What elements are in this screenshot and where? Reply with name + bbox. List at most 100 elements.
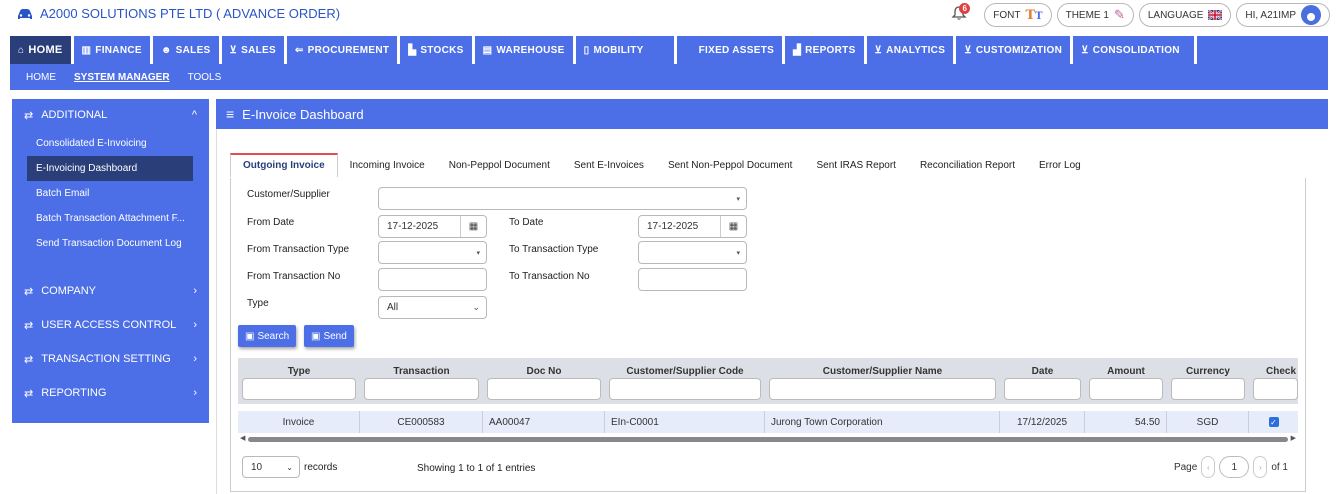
checkbox-checked-icon[interactable]: ✓ (1268, 417, 1279, 427)
nav-mobility[interactable]: ▯ MOBILITY (576, 36, 677, 64)
chevron-right-icon: › (193, 387, 197, 399)
tab-non-peppol-document[interactable]: Non-Peppol Document (437, 160, 562, 177)
tab-incoming-invoice[interactable]: Incoming Invoice (338, 160, 437, 177)
prev-page-button[interactable]: ‹ (1201, 456, 1216, 478)
send-button[interactable]: ▣ Send (304, 325, 354, 347)
nav-label: FIXED ASSETS (698, 44, 775, 56)
sidebar-item-batch-transaction-attachment[interactable]: Batch Transaction Attachment F... (12, 206, 209, 231)
tab-outgoing-invoice[interactable]: Outgoing Invoice (230, 153, 338, 177)
page-size-select[interactable]: 10 ⌄ (242, 456, 300, 478)
sidebar-group-company[interactable]: ⇄ COMPANY › (12, 274, 209, 308)
sidebar-group-user-access-control[interactable]: ⇄ USER ACCESS CONTROL › (12, 308, 209, 342)
nav-reports[interactable]: ▟ REPORTS (785, 36, 867, 64)
filter-input[interactable] (1004, 378, 1081, 400)
nav-finance[interactable]: ▥ FINANCE (74, 36, 153, 64)
type-select[interactable]: All ⌄ (378, 296, 487, 319)
customer-supplier-select[interactable]: ▾ (378, 187, 747, 210)
chevron-down-icon: ⌄ (472, 302, 480, 312)
user-label: HI, A21IMP (1245, 9, 1296, 21)
to-transaction-no-input[interactable] (638, 268, 747, 291)
col-header-label: Customer/Supplier Name (822, 366, 943, 377)
font-button[interactable]: FONT TT (984, 3, 1052, 27)
tab-sent-iras-report[interactable]: Sent IRAS Report (804, 160, 907, 177)
filter-input[interactable] (1253, 378, 1298, 400)
from-transaction-no-input[interactable] (378, 268, 487, 291)
sidebar-group-label: ADDITIONAL (41, 109, 108, 121)
tab-error-log[interactable]: Error Log (1027, 160, 1093, 177)
col-header-label: Transaction (393, 366, 450, 377)
nav-label: HOME (28, 44, 63, 56)
horizontal-scrollbar[interactable]: ◀ ▶ (238, 434, 1298, 445)
tab-sent-non-peppol-document[interactable]: Sent Non-Peppol Document (656, 160, 805, 177)
subnav-system-manager[interactable]: SYSTEM MANAGER (74, 72, 170, 83)
cell-currency: SGD (1167, 411, 1249, 433)
sidebar-item-consolidated-e-invoicing[interactable]: Consolidated E-Invoicing (12, 131, 209, 156)
to-transaction-type-select[interactable]: ▾ (638, 241, 747, 264)
nav-label: CUSTOMIZATION (975, 44, 1063, 56)
nav-sales-cart[interactable]: ⊻ SALES (222, 36, 287, 64)
subnav-tools[interactable]: TOOLS (188, 72, 222, 83)
filter-input[interactable] (487, 378, 601, 400)
sidebar-group-transaction-setting[interactable]: ⇄ TRANSACTION SETTING › (12, 342, 209, 376)
filter-input[interactable] (242, 378, 356, 400)
from-transaction-type-select[interactable]: ▾ (378, 241, 487, 264)
nav-sales-people[interactable]: ☻ SALES (153, 36, 222, 64)
cell-doc-no: AA00047 (483, 411, 605, 433)
cell-code: EIn-C0001 (605, 411, 765, 433)
users-icon: ☻ (160, 44, 172, 56)
from-date-input[interactable]: 17-12-2025 ▦ (378, 215, 487, 238)
search-button[interactable]: ▣ Search (238, 325, 297, 347)
language-button[interactable]: LANGUAGE (1138, 3, 1232, 27)
scroll-right-icon[interactable]: ▶ (1291, 434, 1296, 442)
nav-customization[interactable]: ⊻ CUSTOMIZATION (956, 36, 1074, 64)
uk-flag-icon (1208, 10, 1223, 20)
filter-input[interactable] (1089, 378, 1163, 400)
to-date-input[interactable]: 17-12-2025 ▦ (638, 215, 747, 238)
nav-warehouse[interactable]: ▤ WAREHOUSE (475, 36, 576, 64)
page-number-input[interactable]: 1 (1219, 456, 1250, 478)
nav-consolidation[interactable]: ⊻ CONSOLIDATION (1073, 36, 1197, 64)
tab-sent-e-invoices[interactable]: Sent E-Invoices (562, 160, 656, 177)
scrollbar-thumb[interactable] (248, 437, 1288, 442)
page-size-value: 10 (251, 461, 263, 473)
calendar-icon[interactable]: ▦ (720, 216, 746, 237)
cell-check[interactable]: ✓ (1249, 411, 1298, 433)
table-row[interactable]: Invoice CE000583 AA00047 EIn-C0001 Juron… (238, 411, 1298, 433)
filter-input[interactable] (769, 378, 996, 400)
nav-stocks[interactable]: ▙ STOCKS (400, 36, 475, 64)
next-page-button[interactable]: › (1253, 456, 1268, 478)
nav-procurement[interactable]: ⇐ PROCUREMENT (287, 36, 401, 64)
font-icon: TT (1025, 7, 1043, 23)
subnav-home[interactable]: HOME (26, 72, 56, 83)
nav-home[interactable]: ⌂ HOME (10, 36, 74, 64)
sidebar-group-additional[interactable]: ⇄ ADDITIONAL ^ (12, 99, 209, 131)
calendar-icon[interactable]: ▦ (460, 216, 486, 237)
font-label: FONT (993, 9, 1021, 21)
theme-button[interactable]: THEME 1 ✎ (1056, 3, 1134, 27)
sidebar-item-send-transaction-document-log[interactable]: Send Transaction Document Log (12, 231, 209, 256)
sidebar-item-e-invoicing-dashboard[interactable]: E-Invoicing Dashboard (27, 156, 193, 181)
filter-input[interactable] (609, 378, 761, 400)
filter-input[interactable] (364, 378, 479, 400)
chevron-right-icon: › (193, 353, 197, 365)
sidebar-item-batch-email[interactable]: Batch Email (12, 181, 209, 206)
tab-reconciliation-report[interactable]: Reconciliation Report (908, 160, 1027, 177)
chevron-right-icon: › (193, 285, 197, 297)
notifications-button[interactable]: 6 (951, 3, 971, 25)
caret-down-icon: ▾ (476, 250, 480, 257)
nav-label: REPORTS (805, 44, 856, 56)
cell-date: 17/12/2025 (1000, 411, 1085, 433)
sidebar-group-label: TRANSACTION SETTING (41, 353, 171, 365)
sidebar-group-reporting[interactable]: ⇄ REPORTING › (12, 376, 209, 410)
nav-analytics[interactable]: ⊻ ANALYTICS (867, 36, 957, 64)
user-menu-button[interactable]: HI, A21IMP (1236, 3, 1330, 27)
search-button-label: Search (257, 330, 290, 342)
col-amount: Amount (1085, 358, 1167, 404)
scroll-left-icon[interactable]: ◀ (240, 434, 245, 442)
filter-input[interactable] (1171, 378, 1245, 400)
nav-fixed-assets[interactable]: FIXED ASSETS (677, 36, 786, 64)
mobile-icon: ▯ (583, 44, 590, 56)
cell-amount: 54.50 (1085, 411, 1167, 433)
menu-icon[interactable]: ≡ (226, 106, 234, 122)
top-header: A2000 SOLUTIONS PTE LTD ( ADVANCE ORDER)… (0, 0, 1338, 30)
